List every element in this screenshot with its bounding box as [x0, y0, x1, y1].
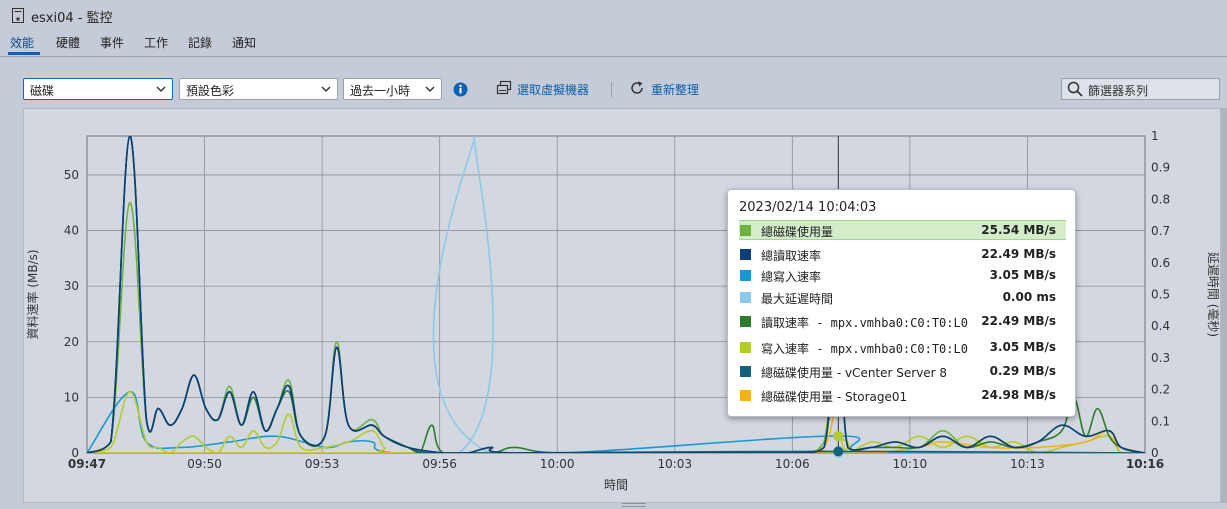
- tooltip-row: 最大延遲時間 0.00 ms: [739, 288, 1066, 308]
- refresh-icon[interactable]: [629, 80, 645, 96]
- tooltip-series-value: 22.49 MB/s: [981, 314, 1056, 328]
- series-swatch: [740, 366, 751, 377]
- server-icon: [12, 8, 24, 23]
- tooltip-row: 總磁碟使用量 - vCenter Server 8 0.29 MB/s: [739, 362, 1066, 382]
- y-axis-title: 資料速率 (MB/s): [25, 249, 40, 339]
- tooltip-series-value: 22.49 MB/s: [981, 247, 1056, 261]
- tooltip-series-name: 寫入速率 - mpx.vmhba0:C0:T0:L0: [761, 342, 968, 356]
- y2-tick-label: 0.8: [1151, 192, 1170, 206]
- toolbar-divider: [611, 82, 612, 97]
- series-filter-placeholder: 篩選器系列: [1088, 84, 1149, 98]
- active-tab-indicator: [8, 52, 40, 55]
- tab-hardware[interactable]: 硬體: [56, 34, 80, 51]
- tooltip-series-name: 總寫入速率: [761, 270, 822, 284]
- x-tick-label: 10:16: [1126, 457, 1164, 471]
- x-tick-label: 10:10: [893, 457, 928, 471]
- chevron-down-icon: [321, 86, 331, 92]
- tooltip-row: 總磁碟使用量 - Storage01 24.98 MB/s: [739, 386, 1066, 406]
- tooltip-row: 總寫入速率 3.05 MB/s: [739, 266, 1066, 286]
- window-title: esxi04 - 監控: [31, 11, 113, 26]
- tooltip-timestamp: 2023/02/14 10:04:03: [739, 200, 877, 215]
- y-tick-label: 40: [64, 224, 79, 238]
- tooltip-row: 讀取速率 - mpx.vmhba0:C0:T0:L0 22.49 MB/s: [739, 312, 1066, 332]
- tab-bar: 效能 硬體 事件 工作 記錄 通知: [0, 30, 1227, 57]
- x-axis-title: 時間: [604, 478, 628, 492]
- color-scheme-select-value: 預設色彩: [186, 84, 235, 98]
- series-swatch: [740, 390, 751, 401]
- tooltip-row: 總讀取速率 22.49 MB/s: [739, 245, 1066, 265]
- hover-point: [833, 431, 844, 442]
- tooltip-series-name: 總磁碟使用量 - vCenter Server 8: [761, 366, 948, 380]
- data-tooltip: 2023/02/14 10:04:03 總磁碟使用量 25.54 MB/s 總讀取速…: [727, 189, 1076, 417]
- timespan-select-value: 過去一小時: [350, 84, 411, 98]
- y2-tick-label: 0.2: [1151, 383, 1170, 397]
- tooltip-series-name: 總磁碟使用量 - Storage01: [761, 390, 908, 404]
- tooltip-row: 總磁碟使用量 25.54 MB/s: [739, 220, 1066, 240]
- x-tick-label: 09:53: [305, 457, 340, 471]
- x-tick-label: 09:50: [187, 457, 222, 471]
- tooltip-series-value: 25.54 MB/s: [981, 223, 1056, 237]
- metric-select-value: 磁碟: [30, 84, 55, 98]
- x-tick-label: 09:47: [68, 457, 106, 471]
- y2-tick-label: 0.9: [1151, 161, 1170, 175]
- tooltip-series-value: 3.05 MB/s: [989, 268, 1056, 282]
- tooltip-series-name: 最大延遲時間: [761, 292, 834, 306]
- tooltip-series-name: 總讀取速率: [761, 249, 822, 263]
- tooltip-row: 寫入速率 - mpx.vmhba0:C0:T0:L0 3.05 MB/s: [739, 338, 1066, 358]
- y-tick-label: 30: [64, 279, 79, 293]
- tab-performance[interactable]: 效能: [10, 34, 34, 51]
- y-tick-label: 10: [64, 390, 79, 404]
- vm-select-icon[interactable]: [496, 80, 512, 96]
- y2-axis-title: 延遲時間 (毫秒): [1206, 252, 1221, 337]
- y2-tick-label: 1: [1151, 129, 1159, 143]
- tab-notifications[interactable]: 通知: [232, 34, 256, 51]
- chevron-down-icon: [425, 86, 435, 92]
- x-tick-label: 10:13: [1010, 457, 1045, 471]
- x-tick-label: 10:00: [540, 457, 575, 471]
- resize-grip[interactable]: [622, 503, 646, 507]
- series-swatch: [740, 292, 751, 303]
- tooltip-series-value: 3.05 MB/s: [989, 340, 1056, 354]
- y2-tick-label: 0.3: [1151, 351, 1170, 365]
- select-vm-button[interactable]: 選取虛擬機器: [517, 81, 589, 98]
- tooltip-series-name: 讀取速率 - mpx.vmhba0:C0:T0:L0: [761, 316, 968, 330]
- info-icon[interactable]: [453, 82, 468, 97]
- series-swatch: [740, 270, 751, 281]
- y-tick-label: 50: [64, 168, 79, 182]
- x-tick-label: 10:03: [657, 457, 692, 471]
- tab-logs[interactable]: 記錄: [188, 34, 212, 51]
- y2-tick-label: 0.6: [1151, 256, 1170, 270]
- series-swatch: [740, 342, 751, 353]
- color-scheme-select[interactable]: 預設色彩: [179, 78, 338, 100]
- y2-tick-label: 0.1: [1151, 414, 1170, 428]
- y2-tick-label: 0.7: [1151, 224, 1170, 238]
- refresh-button[interactable]: 重新整理: [651, 81, 699, 98]
- series-filter-input[interactable]: 篩選器系列: [1061, 78, 1220, 100]
- tab-events[interactable]: 事件: [100, 34, 124, 51]
- hover-point: [833, 446, 844, 457]
- y2-tick-label: 0.4: [1151, 319, 1170, 333]
- metric-select[interactable]: 磁碟: [23, 78, 173, 100]
- y2-tick-label: 0.5: [1151, 288, 1170, 302]
- series-swatch: [740, 225, 751, 236]
- series-swatch: [740, 249, 751, 260]
- title-bar: esxi04 - 監控: [0, 0, 1227, 30]
- tooltip-series-value: 0.29 MB/s: [989, 364, 1056, 378]
- tooltip-series-name: 總磁碟使用量: [761, 225, 834, 239]
- tooltip-series-value: 0.00 ms: [1002, 290, 1056, 304]
- tab-tasks[interactable]: 工作: [144, 34, 168, 51]
- tooltip-series-value: 24.98 MB/s: [981, 388, 1056, 402]
- series-swatch: [740, 316, 751, 327]
- y-tick-label: 20: [64, 335, 79, 349]
- timespan-select[interactable]: 過去一小時: [343, 78, 442, 100]
- x-tick-label: 10:06: [775, 457, 810, 471]
- chevron-down-icon: [156, 86, 166, 92]
- search-icon: [1067, 81, 1083, 97]
- vertical-scrollbar[interactable]: [1221, 108, 1227, 503]
- x-tick-label: 09:56: [422, 457, 457, 471]
